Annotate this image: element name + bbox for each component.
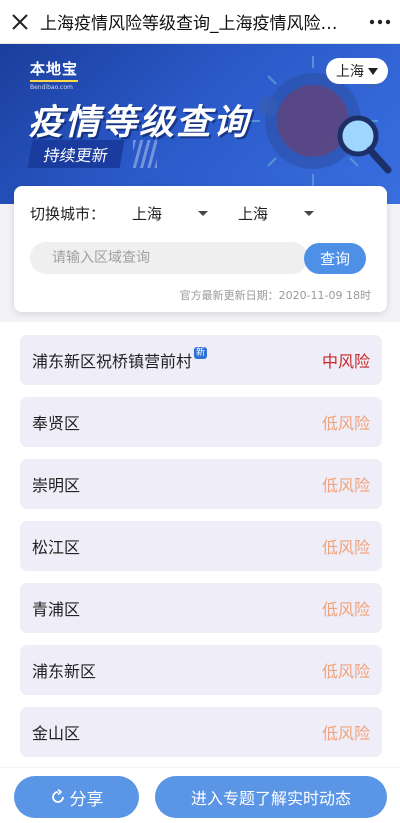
area-name: 金山区 <box>32 724 81 743</box>
area-name: 青浦区 <box>32 600 81 619</box>
banner-tagline: 持续更新 <box>27 140 125 168</box>
list-item[interactable]: 松江区 低风险 <box>20 521 382 571</box>
area-name: 浦东新区祝桥镇营前村 <box>32 352 193 371</box>
risk-level: 低风险 <box>321 538 370 557</box>
close-icon <box>12 13 28 30</box>
more-menu-button[interactable] <box>360 0 400 44</box>
list-item[interactable]: 青浦区 低风险 <box>20 583 382 633</box>
banner-headline: 疫情等级查询 <box>28 103 251 143</box>
page-title: 上海疫情风险等级查询_上海疫情风险等级查询入口 <box>40 14 360 34</box>
share-refresh-icon <box>51 789 64 803</box>
more-dots-icon <box>369 19 391 24</box>
list-item[interactable]: 浦东新区 低风险 <box>20 645 382 695</box>
query-button[interactable]: 查询 <box>304 243 366 274</box>
province-select[interactable]: 上海 <box>132 203 209 224</box>
search-card: 切换城市： 上海 上海 查询 官方最新更新日期：2020-11-09 18时 <box>14 186 387 312</box>
risk-level: 中风险 <box>321 352 370 371</box>
list-item[interactable]: 崇明区 低风险 <box>20 459 382 509</box>
area-name: 崇明区 <box>32 476 81 495</box>
province-caret-icon <box>198 211 209 216</box>
list-item[interactable]: 金山区 低风险 <box>20 707 382 757</box>
area-list: 浦东新区祝桥镇营前村 新 中风险 奉贤区 低风险 崇明区 低风险 松江区 低风险… <box>0 322 400 767</box>
update-date-text: 官方最新更新日期：2020-11-09 18时 <box>179 289 371 302</box>
hero-banner: 本地宝 Bendibao.com 疫情等级查询 持续更新 上海 <box>0 44 400 204</box>
area-search-input[interactable] <box>30 242 308 274</box>
decorative-stripes <box>133 140 157 168</box>
city-value: 上海 <box>238 205 269 223</box>
enter-topic-button[interactable]: 进入专题了解实时动态 <box>155 776 387 818</box>
risk-level: 低风险 <box>321 724 370 743</box>
city-switch-label: 上海 <box>336 64 364 80</box>
bendibao-logo: 本地宝 Bendibao.com <box>30 60 79 91</box>
area-name: 松江区 <box>32 538 81 557</box>
triangle-down-icon <box>368 67 378 75</box>
share-button[interactable]: 分享 <box>14 776 139 818</box>
list-item[interactable]: 奉贤区 低风险 <box>20 397 382 447</box>
city-switch-button[interactable]: 上海 <box>326 58 388 84</box>
share-label: 分享 <box>69 789 104 810</box>
risk-level: 低风险 <box>321 662 370 681</box>
city-caret-icon <box>304 211 315 216</box>
city-select[interactable]: 上海 <box>238 203 315 224</box>
list-item[interactable]: 浦东新区祝桥镇营前村 新 中风险 <box>20 335 382 385</box>
province-value: 上海 <box>132 205 163 223</box>
new-badge: 新 <box>194 347 208 359</box>
area-name: 浦东新区 <box>32 662 97 681</box>
switch-city-label: 切换城市： <box>30 205 106 223</box>
area-name: 奉贤区 <box>32 414 81 433</box>
close-button[interactable] <box>0 0 40 44</box>
risk-level: 低风险 <box>321 600 370 619</box>
title-bar: 上海疫情风险等级查询_上海疫情风险等级查询入口 <box>0 0 400 44</box>
risk-level: 低风险 <box>321 476 370 495</box>
risk-level: 低风险 <box>321 414 370 433</box>
